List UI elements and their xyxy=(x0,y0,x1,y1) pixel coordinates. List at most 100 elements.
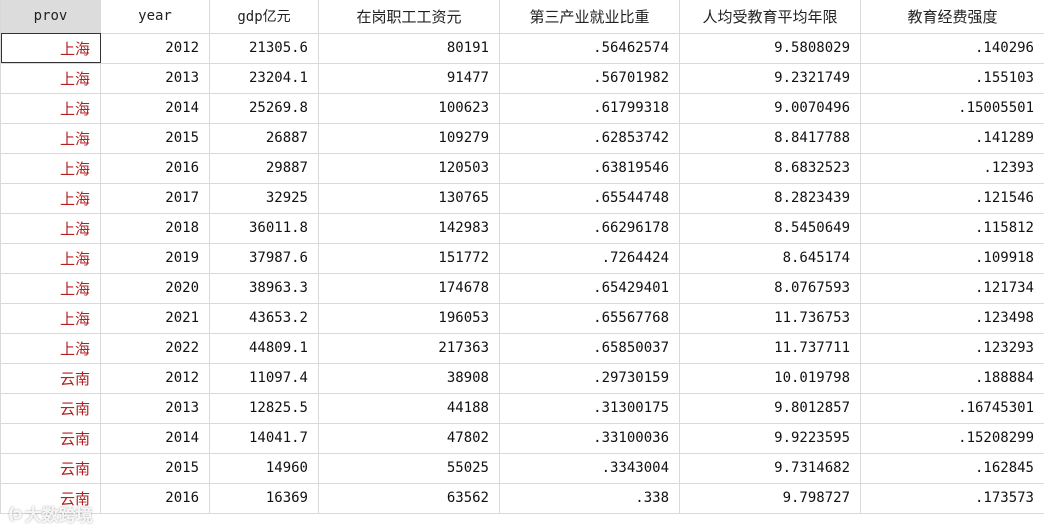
cell-gdp[interactable]: 23204.1 xyxy=(209,62,319,94)
cell-prov[interactable]: 上海 xyxy=(0,32,101,64)
cell-year[interactable]: 2016 xyxy=(100,482,210,514)
cell-gdp[interactable]: 25269.8 xyxy=(209,92,319,124)
cell-edu-years[interactable]: 9.7314682 xyxy=(679,452,861,484)
cell-edu-intensity[interactable]: .115812 xyxy=(860,212,1044,244)
cell-tertiary-share[interactable]: .3343004 xyxy=(499,452,680,484)
cell-gdp[interactable]: 26887 xyxy=(209,122,319,154)
cell-edu-years[interactable]: 9.8012857 xyxy=(679,392,861,424)
cell-wage[interactable]: 55025 xyxy=(318,452,500,484)
column-header-wage[interactable]: 在岗职工工资元 xyxy=(318,0,500,34)
cell-edu-years[interactable]: 11.737711 xyxy=(679,332,861,364)
cell-edu-years[interactable]: 9.9223595 xyxy=(679,422,861,454)
cell-prov[interactable]: 上海 xyxy=(0,272,101,304)
cell-year[interactable]: 2018 xyxy=(100,212,210,244)
cell-prov[interactable]: 上海 xyxy=(0,302,101,334)
cell-gdp[interactable]: 37987.6 xyxy=(209,242,319,274)
cell-wage[interactable]: 63562 xyxy=(318,482,500,514)
cell-year[interactable]: 2014 xyxy=(100,422,210,454)
cell-edu-intensity[interactable]: .15208299 xyxy=(860,422,1044,454)
cell-prov[interactable]: 上海 xyxy=(0,62,101,94)
cell-year[interactable]: 2022 xyxy=(100,332,210,364)
column-header-edu-years[interactable]: 人均受教育平均年限 xyxy=(679,0,861,34)
cell-gdp[interactable]: 12825.5 xyxy=(209,392,319,424)
cell-edu-years[interactable]: 8.5450649 xyxy=(679,212,861,244)
cell-wage[interactable]: 38908 xyxy=(318,362,500,394)
cell-prov[interactable]: 云南 xyxy=(0,452,101,484)
cell-year[interactable]: 2015 xyxy=(100,452,210,484)
cell-edu-intensity[interactable]: .109918 xyxy=(860,242,1044,274)
cell-edu-intensity[interactable]: .123293 xyxy=(860,332,1044,364)
cell-tertiary-share[interactable]: .56462574 xyxy=(499,32,680,64)
cell-edu-intensity[interactable]: .188884 xyxy=(860,362,1044,394)
cell-year[interactable]: 2014 xyxy=(100,92,210,124)
cell-edu-years[interactable]: 8.2823439 xyxy=(679,182,861,214)
cell-edu-years[interactable]: 9.2321749 xyxy=(679,62,861,94)
cell-prov[interactable]: 云南 xyxy=(0,362,101,394)
cell-year[interactable]: 2016 xyxy=(100,152,210,184)
cell-gdp[interactable]: 36011.8 xyxy=(209,212,319,244)
cell-edu-intensity[interactable]: .173573 xyxy=(860,482,1044,514)
cell-prov[interactable]: 上海 xyxy=(0,152,101,184)
cell-year[interactable]: 2012 xyxy=(100,362,210,394)
cell-wage[interactable]: 174678 xyxy=(318,272,500,304)
cell-edu-intensity[interactable]: .12393 xyxy=(860,152,1044,184)
cell-wage[interactable]: 217363 xyxy=(318,332,500,364)
cell-year[interactable]: 2015 xyxy=(100,122,210,154)
cell-prov[interactable]: 上海 xyxy=(0,92,101,124)
cell-prov[interactable]: 上海 xyxy=(0,212,101,244)
cell-tertiary-share[interactable]: .65429401 xyxy=(499,272,680,304)
cell-tertiary-share[interactable]: .65567768 xyxy=(499,302,680,334)
cell-year[interactable]: 2013 xyxy=(100,62,210,94)
column-header-prov[interactable]: prov xyxy=(0,0,101,34)
column-header-edu-intensity[interactable]: 教育经费强度 xyxy=(860,0,1044,34)
cell-tertiary-share[interactable]: .65544748 xyxy=(499,182,680,214)
cell-year[interactable]: 2017 xyxy=(100,182,210,214)
cell-tertiary-share[interactable]: .31300175 xyxy=(499,392,680,424)
cell-tertiary-share[interactable]: .56701982 xyxy=(499,62,680,94)
cell-edu-years[interactable]: 8.8417788 xyxy=(679,122,861,154)
cell-edu-years[interactable]: 8.0767593 xyxy=(679,272,861,304)
cell-year[interactable]: 2021 xyxy=(100,302,210,334)
cell-edu-intensity[interactable]: .15005501 xyxy=(860,92,1044,124)
cell-year[interactable]: 2019 xyxy=(100,242,210,274)
cell-year[interactable]: 2020 xyxy=(100,272,210,304)
cell-prov[interactable]: 云南 xyxy=(0,392,101,424)
cell-wage[interactable]: 91477 xyxy=(318,62,500,94)
cell-gdp[interactable]: 14960 xyxy=(209,452,319,484)
cell-edu-intensity[interactable]: .121546 xyxy=(860,182,1044,214)
cell-gdp[interactable]: 44809.1 xyxy=(209,332,319,364)
cell-wage[interactable]: 142983 xyxy=(318,212,500,244)
cell-tertiary-share[interactable]: .29730159 xyxy=(499,362,680,394)
cell-edu-years[interactable]: 8.6832523 xyxy=(679,152,861,184)
cell-gdp[interactable]: 21305.6 xyxy=(209,32,319,64)
cell-prov[interactable]: 云南 xyxy=(0,422,101,454)
column-header-tertiary-share[interactable]: 第三产业就业比重 xyxy=(499,0,680,34)
cell-year[interactable]: 2013 xyxy=(100,392,210,424)
cell-wage[interactable]: 151772 xyxy=(318,242,500,274)
cell-wage[interactable]: 130765 xyxy=(318,182,500,214)
cell-edu-intensity[interactable]: .141289 xyxy=(860,122,1044,154)
cell-edu-years[interactable]: 11.736753 xyxy=(679,302,861,334)
cell-wage[interactable]: 80191 xyxy=(318,32,500,64)
cell-tertiary-share[interactable]: .61799318 xyxy=(499,92,680,124)
column-header-year[interactable]: year xyxy=(100,0,210,34)
cell-tertiary-share[interactable]: .33100036 xyxy=(499,422,680,454)
cell-tertiary-share[interactable]: .7264424 xyxy=(499,242,680,274)
cell-wage[interactable]: 196053 xyxy=(318,302,500,334)
cell-gdp[interactable]: 16369 xyxy=(209,482,319,514)
cell-tertiary-share[interactable]: .338 xyxy=(499,482,680,514)
cell-gdp[interactable]: 11097.4 xyxy=(209,362,319,394)
cell-prov[interactable]: 上海 xyxy=(0,122,101,154)
cell-edu-intensity[interactable]: .155103 xyxy=(860,62,1044,94)
cell-edu-years[interactable]: 8.645174 xyxy=(679,242,861,274)
cell-year[interactable]: 2012 xyxy=(100,32,210,64)
cell-tertiary-share[interactable]: .66296178 xyxy=(499,212,680,244)
cell-prov[interactable]: 云南 xyxy=(0,482,101,514)
cell-edu-intensity[interactable]: .121734 xyxy=(860,272,1044,304)
cell-edu-years[interactable]: 9.5808029 xyxy=(679,32,861,64)
cell-edu-intensity[interactable]: .123498 xyxy=(860,302,1044,334)
cell-prov[interactable]: 上海 xyxy=(0,332,101,364)
cell-wage[interactable]: 120503 xyxy=(318,152,500,184)
cell-gdp[interactable]: 43653.2 xyxy=(209,302,319,334)
cell-edu-intensity[interactable]: .162845 xyxy=(860,452,1044,484)
